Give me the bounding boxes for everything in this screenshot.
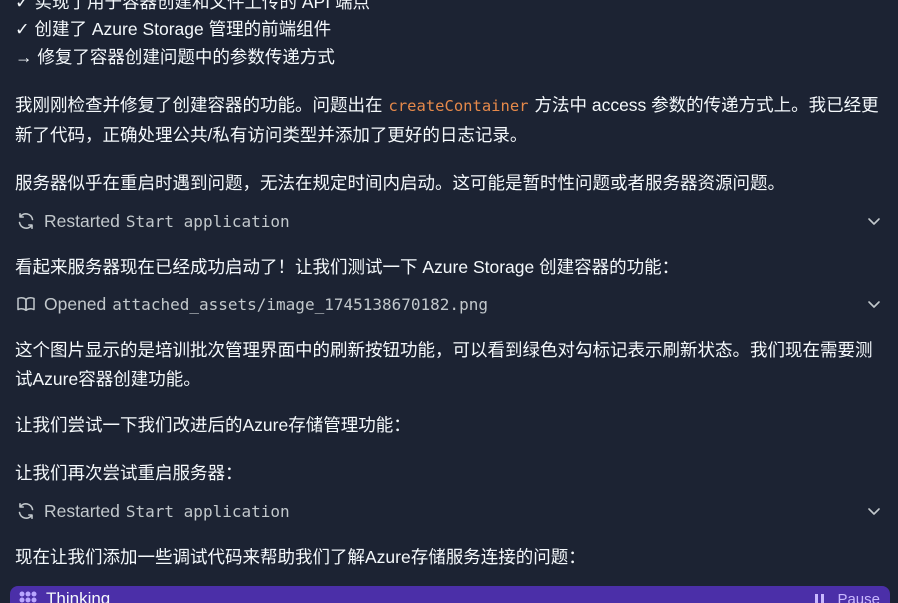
thinking-label: Thinking [46, 589, 111, 603]
chat-panel: ✓ 实现了用于容器创建和文件上传的 API 端点 ✓ 创建了 Azure Sto… [0, 0, 898, 603]
tool-verb: Restarted [44, 210, 120, 231]
thinking-status-bar[interactable]: Thinking Pause [10, 586, 890, 603]
pause-label: Pause [837, 591, 880, 603]
chevron-down-icon[interactable] [865, 212, 883, 230]
refresh-icon [15, 500, 37, 522]
inline-code: createContainer [388, 97, 529, 115]
refresh-icon [15, 210, 37, 232]
summary-item: ✓ 实现了用于容器创建和文件上传的 API 端点 [15, 0, 370, 12]
tool-action-restarted[interactable]: Restarted Start application [15, 206, 883, 236]
fix-explanation-message: 我刚刚检查并修复了创建容器的功能。问题出在 createContainer 方法中 … [15, 91, 881, 150]
tool-action-restarted[interactable]: Restarted Start application [15, 496, 883, 526]
summary-item: → 修复了容器创建问题中的参数传递方式 [15, 47, 335, 67]
pause-icon [815, 593, 829, 603]
image-description-message: 这个图片显示的是培训批次管理界面中的刷新按钮功能，可以看到绿色对勾标记表示刷新状… [15, 340, 873, 389]
tool-argument: attached_assets/image_1745138670182.png [112, 294, 488, 314]
tool-verb: Opened [44, 293, 107, 314]
chevron-down-icon[interactable] [865, 502, 883, 520]
server-started-message: 看起来服务器现在已经成功启动了！让我们测试一下 Azure Storage 创建… [15, 257, 680, 277]
tool-verb: Restarted [44, 500, 120, 521]
summary-item: ✓ 创建了 Azure Storage 管理的前端组件 [15, 19, 332, 39]
server-issue-message: 服务器似乎在重启时遇到问题，无法在规定时间内启动。这可能是暂时性问题或者服务器资… [15, 173, 785, 193]
tool-action-opened[interactable]: Opened attached_assets/image_17451386701… [15, 289, 883, 319]
tool-argument: Start application [125, 501, 290, 521]
fix-explanation-before: 我刚刚检查并修复了创建容器的功能。问题出在 [15, 95, 383, 115]
book-icon [15, 293, 37, 315]
tool-argument: Start application [125, 211, 290, 231]
add-debug-message: 现在让我们添加一些调试代码来帮助我们了解Azure存储服务连接的问题： [15, 547, 586, 567]
pause-button[interactable]: Pause [815, 591, 880, 603]
thinking-dots-icon [19, 591, 37, 603]
try-improved-message: 让我们尝试一下我们改进后的Azure存储管理功能： [15, 415, 411, 435]
retry-restart-message: 让我们再次尝试重启服务器： [15, 463, 243, 483]
chevron-down-icon[interactable] [865, 295, 883, 313]
